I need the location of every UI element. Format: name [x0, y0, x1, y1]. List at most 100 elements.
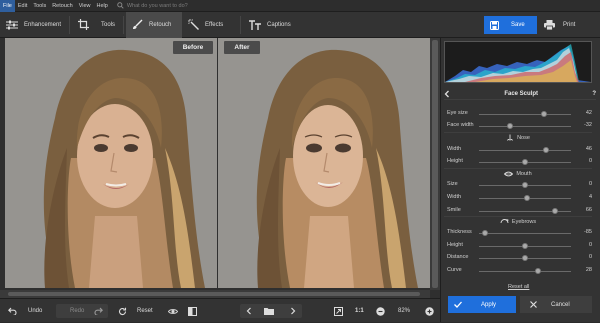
fit-to-screen-button[interactable]: [334, 299, 349, 323]
slider-knob[interactable]: [522, 255, 528, 261]
zoom-out-icon: [376, 306, 385, 316]
search-placeholder: What do you want to do?: [126, 2, 188, 9]
search-box[interactable]: What do you want to do?: [117, 2, 188, 9]
zoom-in-button[interactable]: [425, 299, 440, 323]
slider-nose-height[interactable]: Height 0: [447, 157, 592, 167]
slider-eye-size[interactable]: Eye size 42: [447, 109, 592, 119]
slider-track[interactable]: [479, 114, 571, 115]
menu-file[interactable]: File: [0, 0, 15, 12]
reset-all-link[interactable]: Reset all: [508, 284, 529, 290]
tab-retouch[interactable]: Retouch: [126, 11, 183, 38]
slider-label: Curve: [447, 267, 462, 273]
slider-nose-width[interactable]: Width 46: [447, 145, 592, 155]
menu-tools[interactable]: Tools: [30, 0, 49, 12]
slider-knob[interactable]: [507, 123, 514, 129]
vertical-scroll-thumb[interactable]: [432, 40, 438, 288]
after-photo: [218, 38, 430, 288]
reset-label: Reset: [137, 308, 153, 314]
redo-label-wrap: Redo: [70, 299, 109, 323]
redo-icon: [94, 307, 104, 315]
slider-knob[interactable]: [522, 159, 528, 165]
slider-mouth-width[interactable]: Width 4: [447, 193, 592, 203]
back-chevron-icon[interactable]: [444, 90, 450, 98]
separator: [240, 15, 242, 34]
compare-toggle[interactable]: [188, 299, 203, 323]
section-nose: Nose: [444, 132, 592, 142]
menu-view[interactable]: View: [76, 0, 94, 12]
save-label: Save: [511, 22, 525, 28]
eye-icon: [168, 308, 178, 314]
undo-button[interactable]: Undo: [8, 299, 42, 323]
tab-enhancement[interactable]: Enhancement: [0, 12, 67, 38]
slider-thickness[interactable]: Thickness -85: [447, 228, 592, 238]
slider-curve[interactable]: Curve 28: [447, 266, 592, 276]
print-button[interactable]: Print: [540, 16, 588, 34]
vertical-scrollbar[interactable]: [430, 38, 440, 290]
tab-effects[interactable]: Effects: [182, 12, 238, 38]
apply-button[interactable]: Apply: [448, 296, 516, 313]
folder-icon: [264, 308, 274, 315]
tab-captions[interactable]: Captions: [243, 12, 297, 38]
section-mouth-title: Mouth: [516, 170, 532, 177]
tab-tools[interactable]: Tools: [72, 12, 121, 38]
slider-knob[interactable]: [482, 230, 489, 236]
cancel-label: Cancel: [551, 301, 570, 308]
slider-value: 66: [585, 207, 592, 213]
chevron-right-icon: [291, 307, 296, 315]
slider-knob[interactable]: [552, 208, 559, 214]
slider-knob[interactable]: [534, 268, 541, 274]
nose-icon: [507, 134, 514, 141]
slider-distance[interactable]: Distance 0: [447, 253, 592, 263]
slider-track[interactable]: [479, 126, 571, 127]
histogram: [444, 41, 592, 83]
reset-icon: [118, 307, 127, 315]
slider-value: -32: [584, 122, 592, 128]
save-button[interactable]: Save: [484, 16, 537, 34]
slider-track[interactable]: [479, 271, 571, 272]
menu-retouch[interactable]: Retouch: [49, 0, 76, 12]
brush-icon: [133, 19, 143, 30]
menu-edit[interactable]: Edit: [15, 0, 30, 12]
mouth-icon: [504, 171, 514, 176]
slider-knob[interactable]: [522, 182, 528, 188]
slider-face-width[interactable]: Face width -32: [447, 121, 592, 131]
slider-value: 0: [588, 181, 592, 187]
panel-header: Face Sculpt ?: [444, 88, 596, 100]
slider-knob[interactable]: [522, 243, 528, 249]
preview-toggle[interactable]: [168, 299, 184, 323]
actual-size-button[interactable]: 1:1: [355, 299, 364, 323]
slider-track[interactable]: [479, 233, 571, 234]
zoom-out-button[interactable]: [376, 299, 391, 323]
slider-knob[interactable]: [543, 147, 550, 153]
section-nose-title: Nose: [517, 134, 530, 141]
slider-knob[interactable]: [541, 111, 548, 117]
next-button[interactable]: [290, 299, 302, 323]
horizontal-scrollbar[interactable]: [0, 290, 430, 298]
print-label: Print: [563, 22, 576, 28]
slider-label: Thickness: [447, 229, 472, 235]
cancel-button[interactable]: Cancel: [520, 296, 592, 313]
slider-label: Eye size: [447, 110, 468, 116]
search-icon: [117, 2, 124, 9]
slider-eyebrow-height[interactable]: Height 0: [447, 241, 592, 251]
fit-screen-icon: [334, 306, 343, 316]
zoom-level[interactable]: 82%: [398, 299, 410, 323]
previous-button[interactable]: [246, 299, 258, 323]
slider-value: 0: [588, 242, 592, 248]
folder-button[interactable]: [264, 299, 280, 323]
slider-value: 4: [588, 194, 592, 200]
section-eyebrows-title: Eyebrows: [511, 218, 537, 225]
checkmark-icon: [454, 301, 462, 308]
slider-knob[interactable]: [523, 195, 530, 201]
slider-smile[interactable]: Smile 66: [447, 206, 592, 216]
redo-label: Redo: [70, 308, 85, 314]
save-icon: [490, 20, 499, 30]
help-icon[interactable]: ?: [592, 91, 596, 97]
slider-label: Width: [447, 194, 462, 200]
reset-button[interactable]: Reset: [118, 299, 153, 323]
slider-value: 0: [588, 254, 592, 260]
slider-track[interactable]: [479, 150, 571, 151]
menu-help[interactable]: Help: [94, 0, 111, 12]
slider-mouth-size[interactable]: Size 0: [447, 180, 592, 190]
horizontal-scroll-thumb[interactable]: [8, 292, 420, 296]
